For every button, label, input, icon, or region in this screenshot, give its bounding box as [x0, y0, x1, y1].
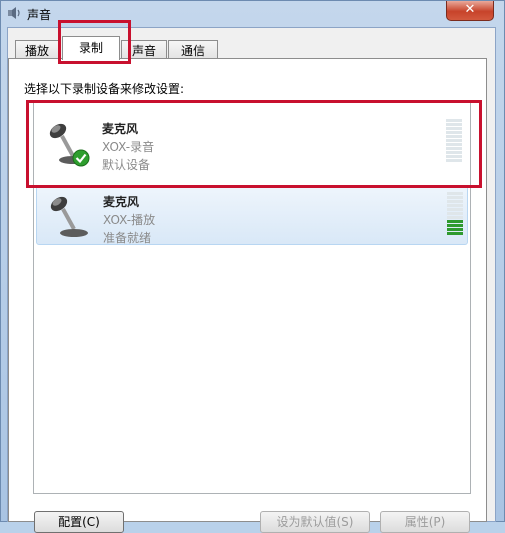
level-meter: [447, 192, 463, 238]
highlight-box-recording-tab: [58, 20, 131, 64]
device-item-microphone-playback[interactable]: 麦克风 XOX-播放 准备就绪: [36, 185, 468, 245]
properties-button[interactable]: 属性(P): [380, 511, 470, 533]
highlight-box-default-device: [26, 100, 482, 188]
configure-button[interactable]: 配置(C): [34, 511, 124, 533]
device-description: XOX-播放: [103, 213, 156, 227]
set-default-button[interactable]: 设为默认值(S): [260, 511, 370, 533]
close-button[interactable]: ✕: [446, 1, 494, 21]
device-name: 麦克风: [103, 195, 140, 209]
tab-playback[interactable]: 播放: [15, 40, 59, 60]
microphone-icon: [50, 196, 88, 237]
window-title: 声音: [27, 8, 52, 22]
tab-communications[interactable]: 通信: [168, 40, 218, 60]
speaker-icon: [8, 7, 20, 19]
instruction-label: 选择以下录制设备来修改设置:: [24, 82, 185, 96]
device-status: 准备就绪: [103, 231, 152, 245]
